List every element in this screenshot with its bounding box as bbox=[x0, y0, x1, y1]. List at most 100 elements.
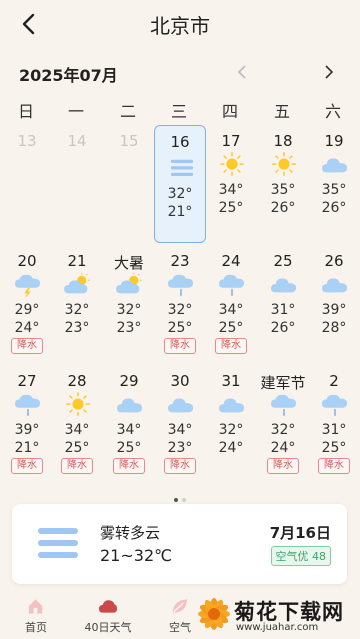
precipitation-badge: 降水 bbox=[267, 458, 299, 474]
leaf-icon bbox=[172, 599, 188, 613]
calendar-day[interactable]: 2 31° 25° 降水 bbox=[308, 362, 360, 478]
rain-icon bbox=[322, 394, 348, 416]
calendar-day[interactable]: 27 39° 21° 降水 bbox=[1, 362, 53, 478]
cloud-icon bbox=[117, 398, 143, 413]
rain-icon bbox=[219, 274, 245, 296]
rain-icon bbox=[15, 394, 41, 416]
tab-home[interactable]: 首页 bbox=[6, 592, 66, 639]
day-number: 19 bbox=[324, 132, 344, 150]
header: 北京市 bbox=[0, 0, 360, 50]
low-temp: 26° bbox=[270, 320, 296, 336]
precipitation-badge: 降水 bbox=[318, 458, 350, 474]
high-temp: 34° bbox=[167, 422, 193, 438]
day-number: 21 bbox=[67, 252, 87, 270]
day-number: 建军节 bbox=[260, 374, 306, 392]
condition-text: 雾转多云 bbox=[100, 524, 161, 542]
precipitation-badge: 降水 bbox=[113, 458, 145, 474]
low-temp: 25° bbox=[218, 320, 244, 336]
high-temp: 34° bbox=[218, 182, 244, 198]
low-temp: 25° bbox=[64, 440, 90, 456]
day-number: 大暑 bbox=[113, 254, 144, 272]
high-temp: 31° bbox=[321, 422, 347, 438]
calendar-cloud-icon bbox=[98, 600, 118, 613]
weekday-label: 六 bbox=[324, 102, 341, 121]
low-temp: 21° bbox=[167, 204, 193, 220]
watermark-logo: 菊花下载网 www.juahar.com bbox=[194, 592, 356, 638]
calendar-day[interactable]: 19 35° 26° bbox=[308, 122, 360, 238]
low-temp: 25° bbox=[218, 200, 244, 216]
low-temp: 23° bbox=[167, 440, 193, 456]
page-dot bbox=[182, 498, 186, 502]
weekday-label: 日 bbox=[17, 102, 34, 121]
day-number: 31 bbox=[221, 372, 241, 390]
calendar-day[interactable]: 18 35° 26° bbox=[257, 122, 309, 238]
calendar-day[interactable]: 23 32° 25° 降水 bbox=[154, 242, 206, 358]
weekday-label: 五 bbox=[273, 102, 290, 121]
calendar-day[interactable]: 14 bbox=[51, 122, 103, 238]
calendar-day-selected[interactable]: 16 32° 21° bbox=[154, 125, 206, 243]
low-temp: 23° bbox=[116, 320, 142, 336]
fog-icon bbox=[38, 528, 78, 558]
sun-icon bbox=[66, 392, 90, 416]
low-temp: 25° bbox=[167, 320, 193, 336]
precipitation-badge: 降水 bbox=[164, 458, 196, 474]
calendar-day[interactable]: 20 29° 24° 降水 bbox=[1, 242, 53, 358]
calendar-day[interactable]: 25 31° 26° bbox=[257, 242, 309, 358]
month-label: 2025年07月 bbox=[19, 66, 118, 85]
day-number: 30 bbox=[170, 372, 190, 390]
calendar-day[interactable]: 29 34° 25° 降水 bbox=[103, 362, 155, 478]
day-number: 20 bbox=[17, 252, 37, 270]
weekday-label: 四 bbox=[221, 102, 238, 121]
calendar-grid: 13 14 15 16 32° 21° 17 34° 25° 18 35° 26° 19 35° 26° 20… bbox=[0, 122, 360, 482]
prev-month-button[interactable] bbox=[230, 60, 254, 84]
high-temp: 32° bbox=[116, 302, 142, 318]
calendar-day[interactable]: 13 bbox=[1, 122, 53, 238]
fog-icon bbox=[170, 159, 194, 176]
calendar-day[interactable]: 17 34° 25° bbox=[205, 122, 257, 238]
calendar-day[interactable]: 24 34° 25° 降水 bbox=[205, 242, 257, 358]
tab-label: 40日天气 bbox=[84, 621, 132, 634]
weekday-label: 三 bbox=[170, 102, 187, 121]
flower-logo-icon bbox=[198, 598, 230, 630]
thunder-icon bbox=[15, 274, 41, 298]
calendar-day[interactable]: 28 34° 25° 降水 bbox=[51, 362, 103, 478]
cloud-icon bbox=[271, 278, 297, 293]
partly-cloudy-icon bbox=[116, 272, 142, 294]
low-temp: 26° bbox=[270, 200, 296, 216]
precipitation-badge: 降水 bbox=[61, 458, 93, 474]
page-title: 北京市 bbox=[150, 14, 210, 38]
high-temp: 39° bbox=[321, 302, 347, 318]
cloud-icon bbox=[322, 158, 348, 173]
low-temp: 25° bbox=[321, 440, 347, 456]
calendar-day[interactable]: 30 34° 23° 降水 bbox=[154, 362, 206, 478]
high-temp: 29° bbox=[14, 302, 40, 318]
weekday-label: 二 bbox=[119, 102, 136, 121]
low-temp: 23° bbox=[64, 320, 90, 336]
tab-label: 首页 bbox=[25, 621, 47, 634]
day-summary-card[interactable]: 雾转多云 21~32℃ 7月16日 空气优 48 bbox=[12, 504, 347, 584]
weekday-label: 一 bbox=[67, 102, 84, 121]
next-month-button[interactable] bbox=[317, 60, 341, 84]
temperature-range: 21~32℃ bbox=[100, 546, 173, 565]
chevron-right-icon bbox=[325, 65, 334, 79]
calendar-day[interactable]: 31 32° 24° bbox=[205, 362, 257, 478]
low-temp: 26° bbox=[321, 200, 347, 216]
home-icon bbox=[28, 599, 43, 614]
day-number: 24 bbox=[221, 252, 241, 270]
low-temp: 25° bbox=[116, 440, 142, 456]
precipitation-badge: 降水 bbox=[215, 338, 247, 354]
page-dot-active bbox=[174, 498, 178, 502]
page-indicator bbox=[0, 487, 360, 502]
calendar-day[interactable]: 大暑 32° 23° bbox=[103, 242, 155, 358]
cloud-icon bbox=[322, 278, 348, 293]
partly-cloudy-icon bbox=[64, 272, 90, 294]
cloud-icon bbox=[168, 398, 194, 413]
month-row: 2025年07月 bbox=[0, 58, 360, 88]
tab-forecast-40day[interactable]: 40日天气 bbox=[78, 592, 138, 639]
precipitation-badge: 降水 bbox=[11, 338, 43, 354]
calendar-day[interactable]: 21 32° 23° bbox=[51, 242, 103, 358]
calendar-day[interactable]: 15 bbox=[103, 122, 155, 238]
high-temp: 34° bbox=[116, 422, 142, 438]
calendar-day[interactable]: 26 39° 28° bbox=[308, 242, 360, 358]
calendar-day[interactable]: 建军节 32° 24° 降水 bbox=[257, 362, 309, 478]
